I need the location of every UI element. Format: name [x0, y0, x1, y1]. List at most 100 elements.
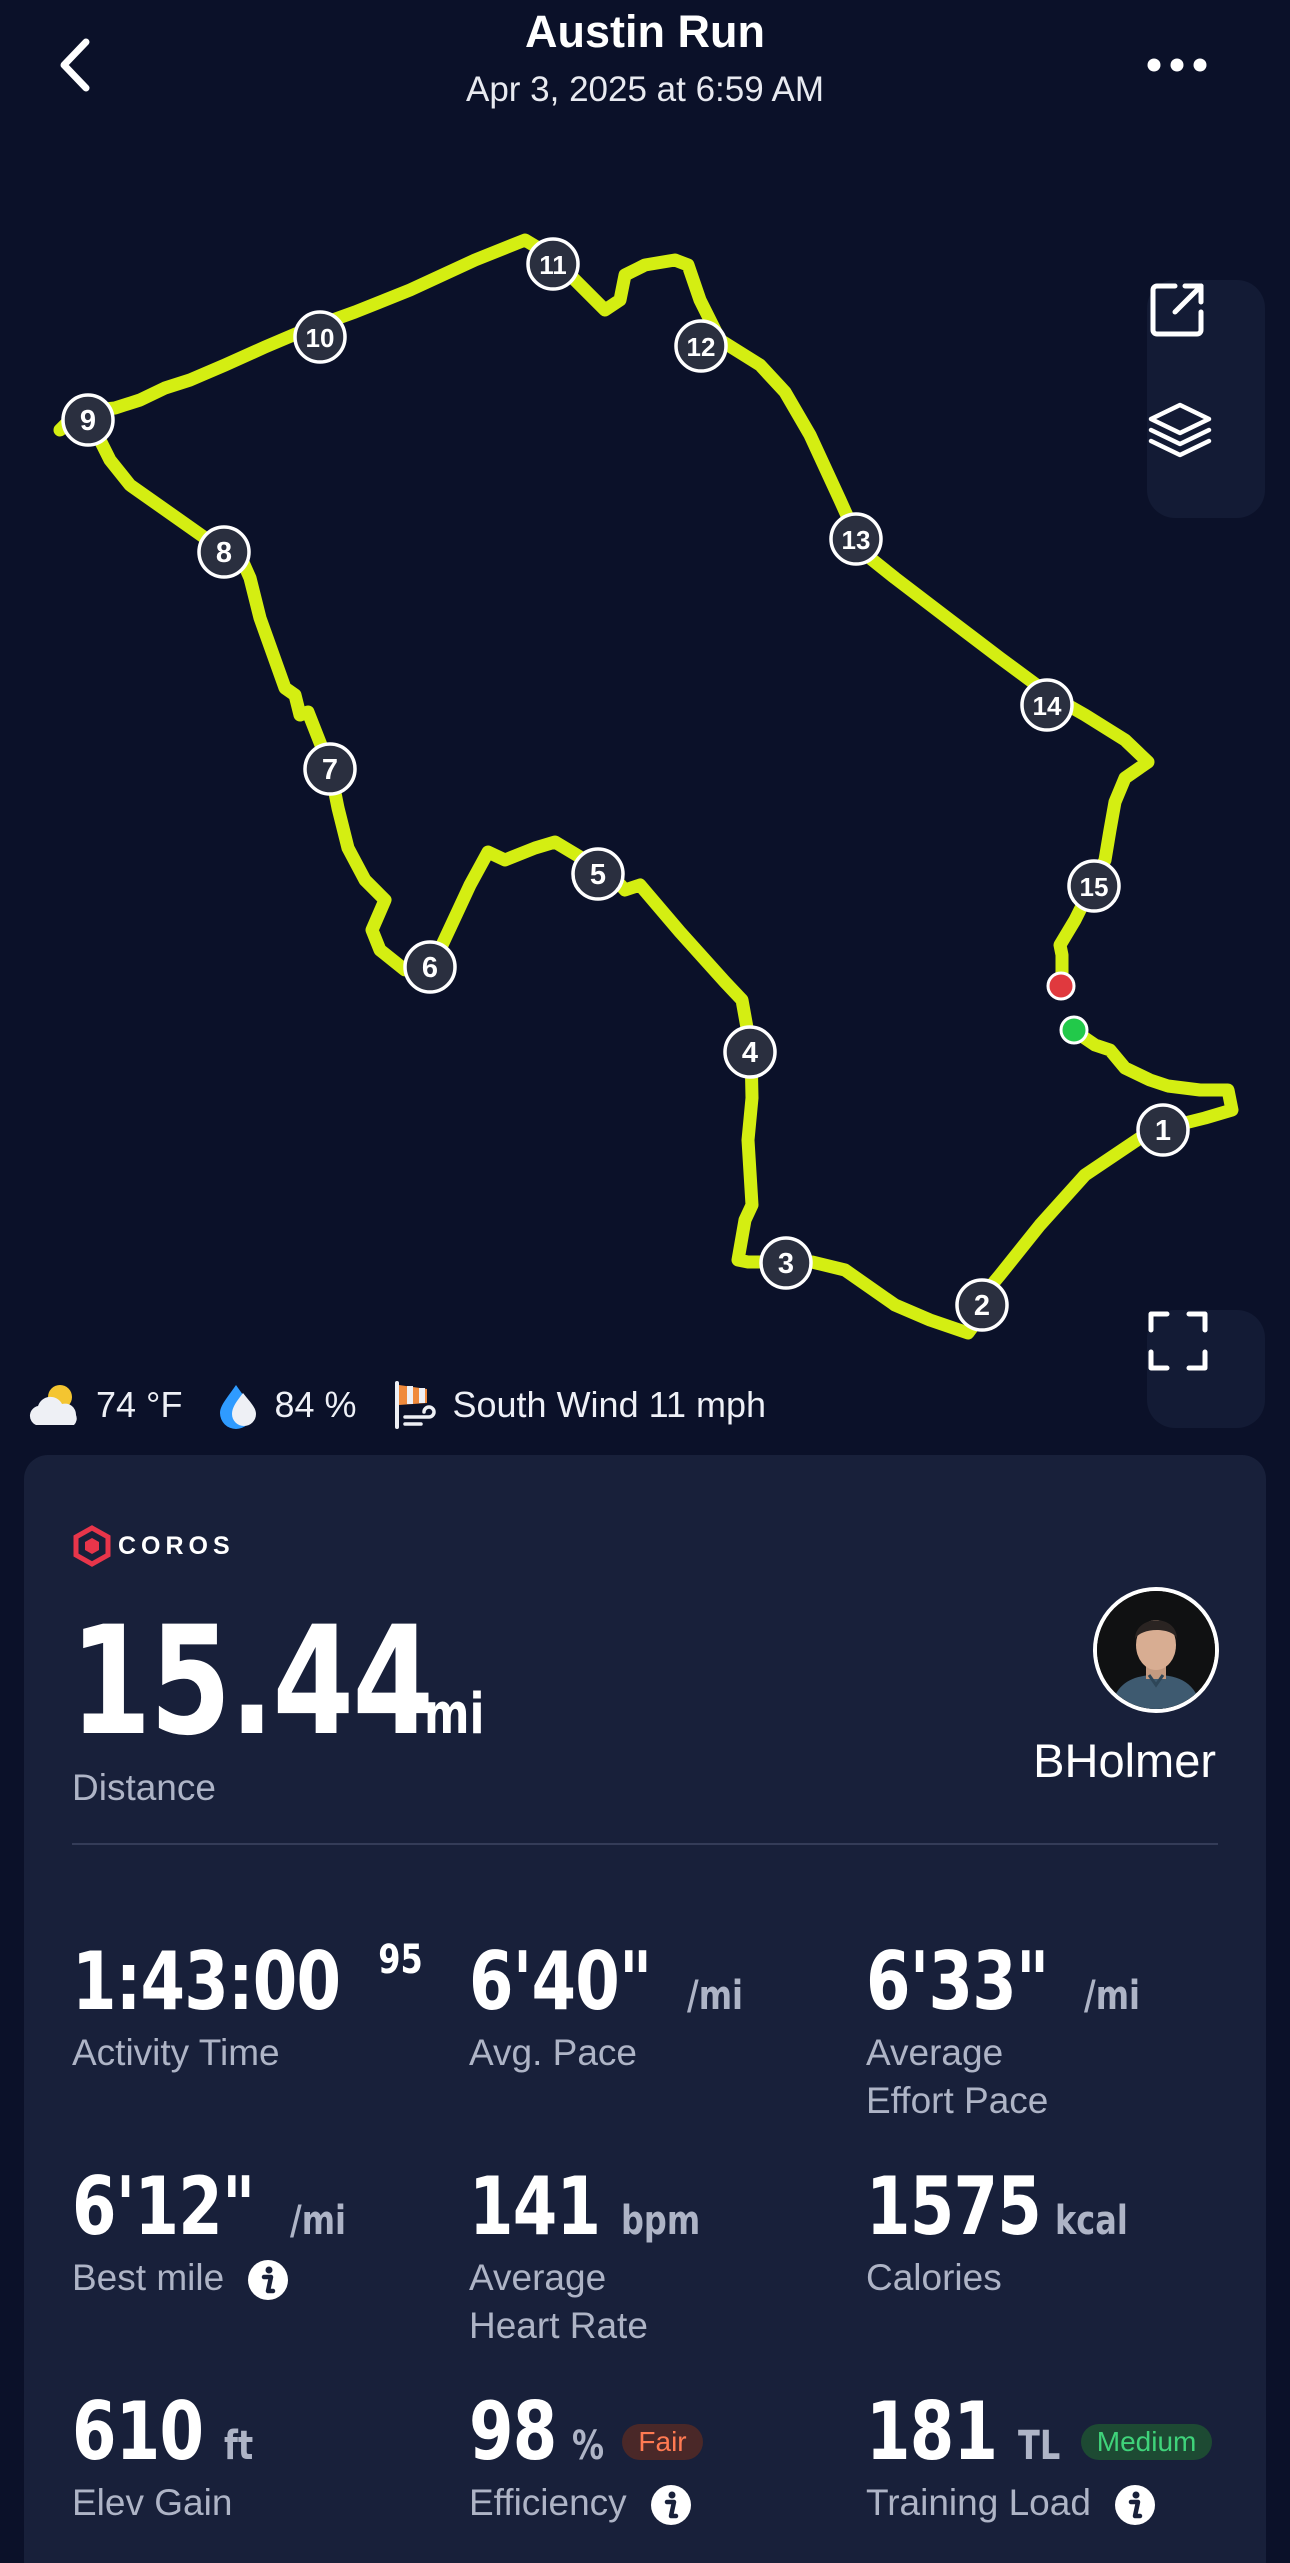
mile-marker-13: 13	[829, 512, 883, 566]
weather-bar: 74 °F 84 % South Wind 11 mph	[22, 1375, 800, 1435]
mile-marker-9: 9	[61, 393, 115, 447]
mile-marker-11: 11	[526, 237, 580, 291]
mile-marker-10: 10	[293, 310, 347, 364]
metric-heart-rate: 141 bpm Average Heart Rate	[469, 2160, 849, 2350]
best-mile-info-button[interactable]	[246, 2258, 290, 2302]
mile-marker-label: 14	[1033, 691, 1062, 721]
metric-effort-pace: 6'33" /mi Average Effort Pace	[866, 1935, 1246, 2125]
metric-training-load: 181 TL Medium Training Load	[866, 2385, 1246, 2527]
efficiency-value: 98	[469, 2385, 557, 2478]
mile-marker-label: 5	[590, 859, 606, 891]
elev-gain-label: Elev Gain	[72, 2482, 233, 2523]
mile-marker-label: 12	[687, 332, 716, 362]
mile-marker-label: 15	[1080, 872, 1109, 902]
coros-logo: COROS	[72, 1525, 235, 1567]
mile-marker-label: 4	[742, 1037, 758, 1069]
temperature-group: 74 °F	[22, 1379, 182, 1431]
more-options-button[interactable]	[1145, 50, 1215, 80]
route-map[interactable]: 1 2 3 4 5 6 7 8 9 10 11 12 13 14 15	[0, 130, 1290, 1430]
end-marker	[1046, 971, 1076, 1001]
heart-rate-value: 141	[469, 2160, 601, 2253]
training-load-info-button[interactable]	[1113, 2483, 1157, 2527]
calories-label: Calories	[866, 2257, 1002, 2298]
effort-pace-unit: /mi	[1084, 1973, 1141, 2019]
share-icon	[1150, 283, 1204, 337]
activity-summary-card: COROS 15.44 mi Distance BHolmer 1:43:00 …	[24, 1455, 1266, 2563]
mile-marker-label: 3	[778, 1248, 794, 1280]
effort-pace-label-line1: Average	[866, 2032, 1004, 2073]
effort-pace-label-line2: Effort Pace	[866, 2080, 1049, 2121]
username: BHolmer	[1033, 1734, 1216, 1787]
fullscreen-button[interactable]	[1147, 1310, 1265, 1428]
mile-marker-label: 10	[306, 323, 335, 353]
temperature-value: 74 °F	[96, 1384, 183, 1425]
more-dots-icon	[1147, 58, 1207, 72]
best-mile-unit: /mi	[290, 2198, 347, 2244]
mile-marker-label: 7	[322, 754, 338, 786]
heart-rate-unit: bpm	[621, 2198, 701, 2244]
mile-marker-2: 2	[955, 1278, 1009, 1332]
elev-gain-unit: ft	[224, 2423, 254, 2469]
avg-pace-label: Avg. Pace	[469, 2032, 637, 2073]
mile-marker-3: 3	[759, 1236, 813, 1290]
map-layers-button[interactable]	[1147, 399, 1265, 518]
efficiency-badge: Fair	[622, 2424, 703, 2460]
activity-time-value: 1:43:00	[72, 1935, 341, 2028]
header: Austin Run Apr 3, 2025 at 6:59 AM	[0, 0, 1290, 130]
activity-date: Apr 3, 2025 at 6:59 AM	[465, 70, 824, 109]
mile-marker-1: 1	[1136, 1103, 1190, 1157]
mile-marker-8: 8	[197, 525, 251, 579]
mile-markers: 123456789101112131415	[61, 237, 1190, 1332]
efficiency-info-button[interactable]	[649, 2483, 693, 2527]
metric-activity-time: 1:43:00 95 Activity Time	[72, 1935, 452, 2077]
route-map-canvas: 123456789101112131415	[53, 233, 1239, 1340]
elev-gain-value: 610	[72, 2385, 204, 2478]
start-marker	[1059, 1015, 1089, 1045]
mile-marker-label: 2	[974, 1290, 990, 1322]
info-icon	[248, 2260, 289, 2301]
info-icon	[1115, 2485, 1156, 2526]
avg-pace-unit: /mi	[687, 1973, 744, 2019]
distance-unit: mi	[424, 1682, 485, 1747]
avatar[interactable]	[1093, 1587, 1219, 1713]
humidity-icon	[216, 1381, 262, 1429]
wind-value: South Wind 11 mph	[452, 1384, 767, 1425]
training-load-value: 181	[866, 2385, 998, 2478]
efficiency-unit: %	[572, 2423, 605, 2469]
heart-rate-label-line1: Average	[469, 2257, 607, 2298]
metric-efficiency: 98 % Fair Efficiency	[469, 2385, 849, 2527]
mile-marker-4: 4	[723, 1025, 777, 1079]
mile-marker-label: 11	[539, 250, 567, 280]
user-avatar-image	[1097, 1591, 1215, 1709]
partly-cloudy-icon	[22, 1379, 84, 1431]
page-title: Austin Run	[525, 6, 765, 57]
humidity-group: 84 %	[216, 1381, 357, 1429]
humidity-value: 84 %	[274, 1384, 357, 1425]
mile-marker-12: 12	[674, 319, 728, 373]
mile-marker-14: 14	[1020, 678, 1074, 732]
route-path	[53, 233, 1239, 1340]
training-load-label: Training Load	[866, 2482, 1091, 2523]
windsock-icon	[391, 1379, 441, 1431]
avg-pace-value: 6'40"	[469, 1935, 652, 2028]
mile-marker-label: 9	[80, 405, 96, 437]
mile-marker-6: 6	[403, 940, 457, 994]
wind-group: South Wind 11 mph	[391, 1379, 767, 1431]
metric-calories: 1575 kcal Calories	[866, 2160, 1246, 2302]
activity-time-label: Activity Time	[72, 2032, 280, 2073]
training-load-unit: TL	[1018, 2423, 1061, 2469]
effort-pace-value: 6'33"	[866, 1935, 1049, 2028]
best-mile-value: 6'12"	[72, 2160, 255, 2253]
mile-marker-label: 6	[422, 952, 438, 984]
map-tools	[1147, 280, 1265, 518]
efficiency-label: Efficiency	[469, 2482, 627, 2523]
best-mile-label: Best mile	[72, 2257, 225, 2298]
mile-marker-label: 1	[1155, 1115, 1171, 1147]
metric-avg-pace: 6'40" /mi Avg. Pace	[469, 1935, 849, 2077]
share-button[interactable]	[1147, 280, 1265, 399]
fullscreen-icon	[1148, 1311, 1208, 1371]
mile-marker-5: 5	[571, 847, 625, 901]
coros-logo-icon	[73, 1525, 111, 1567]
mile-marker-label: 13	[842, 525, 871, 555]
mile-marker-7: 7	[303, 742, 357, 796]
